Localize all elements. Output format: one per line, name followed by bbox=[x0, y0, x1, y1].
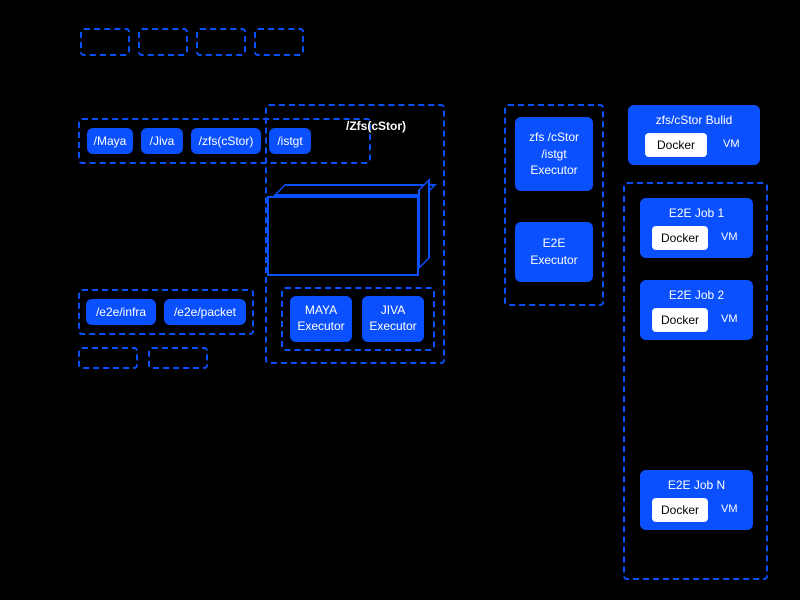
empty-box-2 bbox=[148, 347, 208, 369]
e2e-job-n-docker: Docker bbox=[652, 498, 708, 522]
e2e-infra: /e2e/infra bbox=[86, 299, 156, 325]
e2e-job-1-title: E2E Job 1 bbox=[648, 206, 745, 220]
repo-maya: /Maya bbox=[87, 128, 133, 154]
e2e-job-2-vm: VM bbox=[721, 313, 738, 325]
e2e-job-2-docker: Docker bbox=[652, 308, 708, 332]
top-box-1 bbox=[80, 28, 130, 56]
e2e-job-1-docker: Docker bbox=[652, 226, 708, 250]
top-box-4 bbox=[254, 28, 304, 56]
repo-zfs: /zfs(cStor) bbox=[191, 128, 261, 154]
zfs-build-docker: Docker bbox=[645, 133, 707, 157]
e2e-job-1-vm: VM bbox=[721, 231, 738, 243]
empty-box-1 bbox=[78, 347, 138, 369]
executors-outer-container bbox=[265, 104, 445, 364]
top-box-3 bbox=[196, 28, 246, 56]
zfs-executor: zfs /cStor /istgt Executor bbox=[515, 117, 593, 191]
zfs-build-vm: VM bbox=[723, 138, 740, 150]
zfs-build-title: zfs/cStor Bulid bbox=[636, 113, 752, 127]
e2e-job-n-title: E2E Job N bbox=[648, 478, 745, 492]
top-box-2 bbox=[138, 28, 188, 56]
e2e-job-n-vm: VM bbox=[721, 503, 738, 515]
e2e-executor: E2E Executor bbox=[515, 222, 593, 282]
e2e-packet: /e2e/packet bbox=[164, 299, 246, 325]
repo-jiva: /Jiva bbox=[141, 128, 183, 154]
e2e-job-2-title: E2E Job 2 bbox=[648, 288, 745, 302]
